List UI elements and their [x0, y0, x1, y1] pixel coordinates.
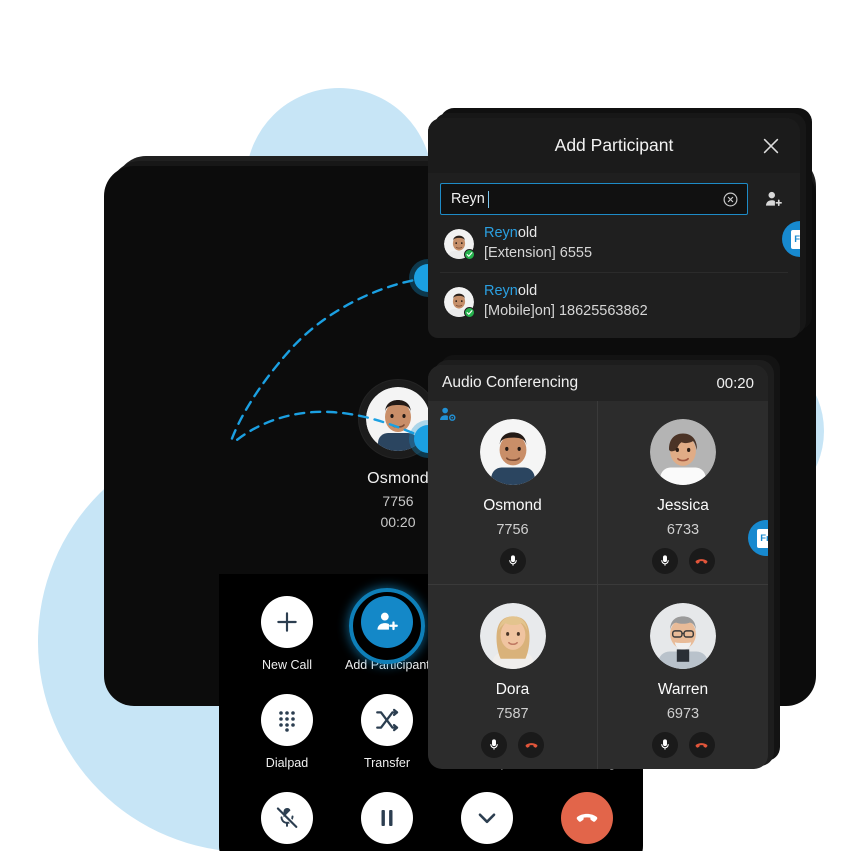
participant-extension: 7587 — [496, 706, 529, 722]
participant-name: Warren — [657, 681, 709, 698]
contact-detail: [Extension] 6555 — [484, 244, 593, 261]
add-participant-titlebar: Add Participant — [428, 118, 800, 173]
pause-icon — [361, 792, 413, 844]
participant-tile: Osmond 7756 — [428, 401, 598, 585]
participant-extension: 6733 — [666, 522, 700, 538]
control-label: Add Participant — [345, 658, 430, 672]
search-input[interactable]: Reyn — [440, 183, 748, 215]
participant-actions — [499, 548, 526, 574]
conference-header: Audio Conferencing 00:20 — [428, 365, 768, 401]
screenshot-stage: Osmond 7756 00:20 New Call Add Participa… — [0, 0, 850, 851]
avatar — [444, 286, 475, 318]
dialpad-icon — [261, 694, 313, 746]
plus-icon — [261, 596, 313, 648]
contact-name-rest: old — [517, 225, 538, 241]
status-badge — [464, 248, 475, 260]
contact-name: Reynold — [484, 282, 648, 302]
search-input-value: Reyn — [451, 191, 485, 207]
avatar — [650, 419, 716, 485]
contact-text: Reynold [Extension] 6555 — [484, 224, 592, 263]
control-mute[interactable]: Mute — [245, 792, 329, 851]
audio-conferencing-window: Audio Conferencing 00:20 Osmond 7756 Jes… — [428, 365, 768, 769]
hangup-icon[interactable] — [688, 732, 715, 758]
participant-name: Jessica — [657, 497, 709, 514]
participant-actions — [651, 548, 715, 574]
add-participant-body: Reyn Reynold [Extension] 6555 Reynold [M… — [428, 173, 800, 330]
participant-extension: 7756 — [496, 522, 529, 538]
controls-row-3: Mute Hold Collapse — [219, 792, 643, 851]
contact-result-row[interactable]: Reynold [Extension] 6555 — [440, 215, 788, 272]
control-dialpad[interactable]: Dialpad — [245, 694, 329, 770]
contact-name-match: Reyn — [484, 225, 518, 241]
close-icon[interactable] — [760, 135, 782, 157]
control-label: Dialpad — [265, 756, 309, 770]
control-label: New Call — [261, 658, 312, 672]
control-hold[interactable]: Hold — [345, 792, 429, 851]
avatar — [479, 419, 546, 485]
chevron-down-icon — [461, 792, 513, 844]
mic-muted-icon — [261, 792, 313, 844]
participant-extension: 6973 — [666, 706, 700, 722]
mic-icon[interactable] — [651, 732, 678, 758]
participant-tile: Dora 7587 — [428, 585, 598, 769]
avatar — [444, 228, 475, 260]
transfer-icon — [361, 694, 413, 746]
mic-icon[interactable] — [481, 732, 507, 758]
avatar — [479, 603, 546, 669]
control-label: Transfer — [363, 756, 411, 770]
add-contact-icon[interactable] — [758, 189, 788, 210]
status-badge — [464, 306, 475, 318]
participant-name: Osmond — [483, 497, 542, 514]
conference-title: Audio Conferencing — [442, 374, 579, 391]
participant-actions — [651, 732, 715, 758]
hangup-icon[interactable] — [688, 548, 715, 574]
participant-tile: Jessica 6733 — [598, 401, 768, 585]
participant-name: Dora — [495, 681, 530, 698]
control-new-call[interactable]: New Call — [245, 596, 329, 672]
contact-name: Reynold — [484, 224, 592, 244]
control-add-participant[interactable]: Add Participant — [345, 596, 430, 672]
add-participant-icon — [361, 596, 413, 648]
fn-badge-label: Fn — [790, 229, 800, 249]
contact-name-match: Reyn — [484, 283, 518, 300]
text-caret — [487, 190, 489, 208]
participant-actions — [481, 732, 544, 758]
add-participant-window: Add Participant Reyn Reynold [Extension]… — [428, 118, 800, 338]
contact-name-rest: old — [517, 283, 538, 300]
contact-result-row[interactable]: Reynold [Mobile]on] 18625563862 — [440, 272, 788, 330]
contact-detail: [Mobile]on] 18625563862 — [484, 302, 648, 319]
participant-tile: Warren 6973 — [598, 585, 768, 769]
hangup-icon[interactable] — [518, 732, 544, 758]
search-row: Reyn — [440, 183, 788, 215]
hangup-icon — [561, 792, 613, 844]
control-end-call[interactable]: End Call — [545, 792, 629, 851]
mic-icon[interactable] — [651, 548, 678, 574]
avatar — [650, 603, 716, 669]
mic-icon[interactable] — [499, 548, 526, 574]
contact-text: Reynold [Mobile]on] 18625563862 — [484, 282, 648, 321]
fn-badge-label: Fn — [756, 528, 768, 548]
manage-participants-icon[interactable] — [438, 405, 457, 424]
conference-timer: 00:20 — [716, 374, 754, 392]
participant-grid: Osmond 7756 Jessica 6733 Dora 7587 Warre… — [428, 401, 768, 769]
control-collapse[interactable]: Collapse — [445, 792, 529, 851]
clear-circle-icon[interactable] — [722, 191, 739, 208]
add-participant-title: Add Participant — [554, 135, 674, 155]
control-transfer[interactable]: Transfer — [345, 694, 429, 770]
